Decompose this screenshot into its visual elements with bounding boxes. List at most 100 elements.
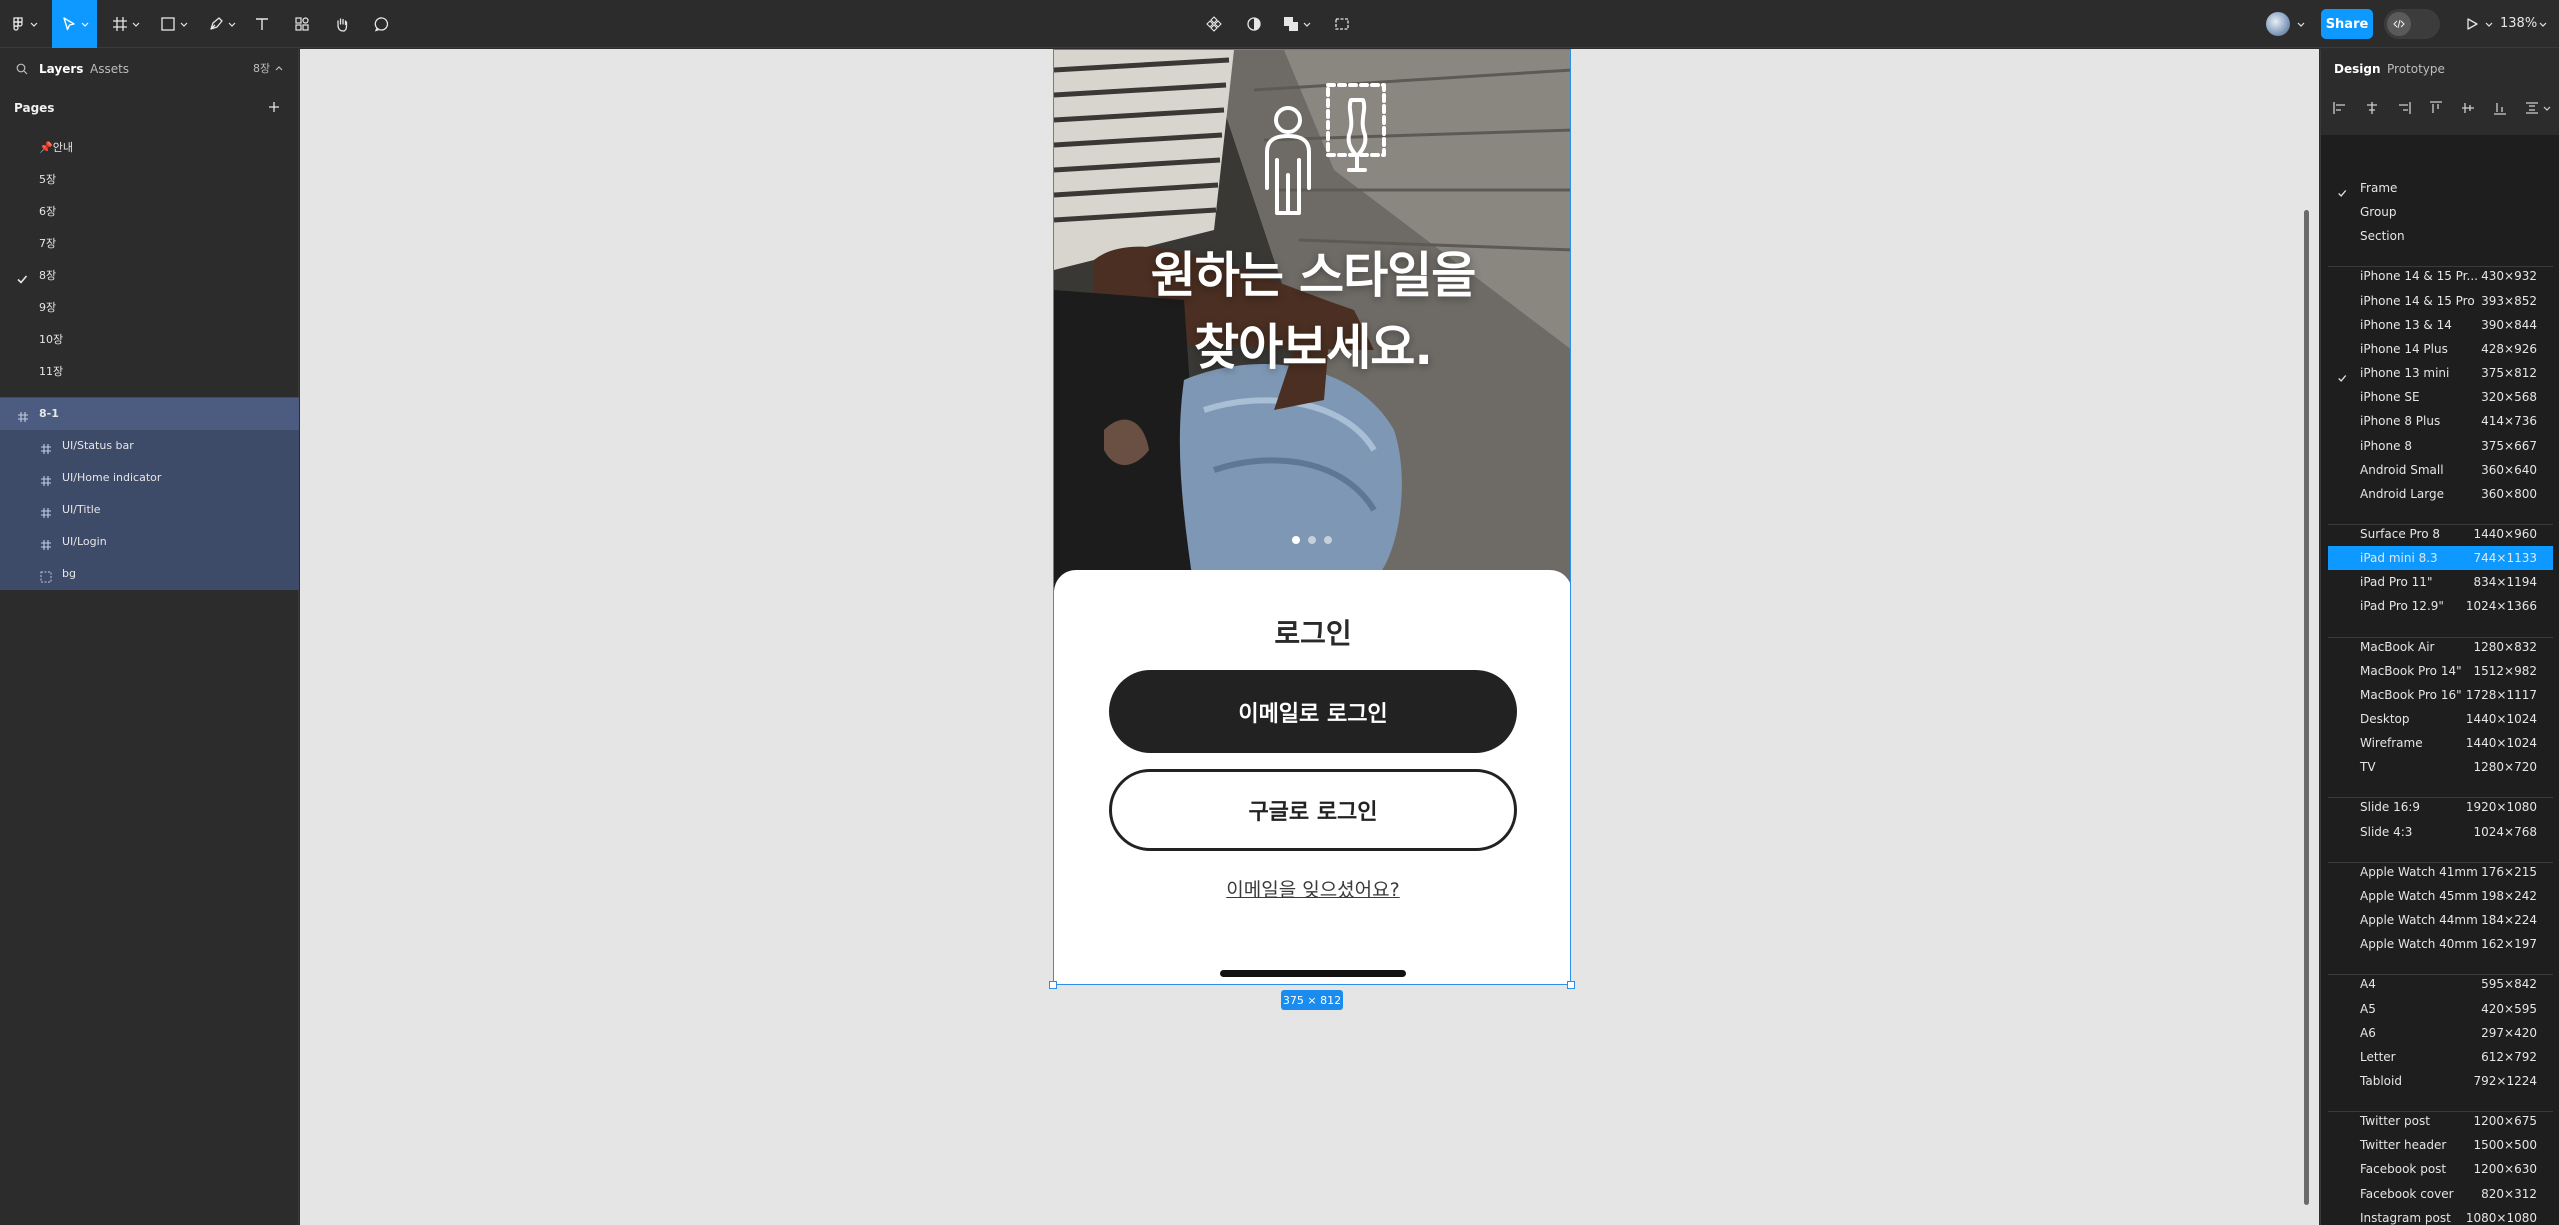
tab-layers[interactable]: Layers [39, 49, 83, 89]
frame-preset-option[interactable]: iPad mini 8.3 744×1133 [2328, 546, 2553, 571]
dev-mode-toggle[interactable] [2384, 9, 2440, 39]
align-left-icon[interactable] [2333, 101, 2347, 115]
page-item[interactable]: 8장 [0, 260, 299, 292]
layer-item[interactable]: UI/Title [0, 494, 299, 526]
frame-preset-option[interactable]: Apple Watch 45mm 198×242 [2328, 884, 2553, 908]
layer-item[interactable]: UI/Home indicator [0, 462, 299, 494]
forgot-email-link[interactable]: 이메일을 잊으셨어요? [1054, 875, 1570, 902]
mask-button[interactable] [1242, 0, 1266, 48]
frame-preset-option[interactable]: A5 420×595 [2328, 997, 2553, 1021]
chevron-down-icon[interactable] [2543, 104, 2551, 112]
frame-preset-option[interactable]: iPhone 14 Plus 428×926 [2328, 337, 2553, 361]
chevron-down-icon[interactable] [2539, 20, 2547, 28]
frame-preset-option[interactable]: Frame [2328, 176, 2553, 200]
user-avatar[interactable] [2266, 12, 2290, 36]
carousel-dot[interactable] [1324, 536, 1332, 544]
carousel-dot[interactable] [1308, 536, 1316, 544]
frame-preset-option[interactable]: iPhone 8 375×667 [2328, 434, 2553, 458]
frame-preset-option[interactable]: Slide 4:3 1024×768 [2328, 820, 2553, 844]
page-item[interactable]: 9장 [0, 292, 299, 324]
layer-item[interactable]: UI/Status bar [0, 430, 299, 462]
frame-preset-option[interactable]: Facebook post 1200×630 [2328, 1157, 2553, 1181]
carousel-dot[interactable] [1292, 536, 1300, 544]
resources-tool-button[interactable] [290, 0, 314, 48]
current-page-selector[interactable]: 8장 [253, 49, 270, 89]
frame-preset-option[interactable]: MacBook Pro 16" 1728×1117 [2328, 683, 2553, 707]
carousel-indicator[interactable] [1292, 536, 1332, 546]
frame-preset-option[interactable]: Apple Watch 41mm 176×215 [2328, 860, 2553, 884]
frame-preset-option[interactable]: A4 595×842 [2328, 972, 2553, 996]
frame-preset-option[interactable]: iPad Pro 11" 834×1194 [2328, 570, 2553, 594]
align-horizontal-center-icon[interactable] [2365, 101, 2379, 115]
layer-frame-root[interactable]: 8-1 [0, 398, 299, 430]
page-item[interactable]: 7장 [0, 228, 299, 260]
frame-preset-option[interactable]: Letter 612×792 [2328, 1045, 2553, 1069]
frame-preset-option[interactable]: Android Small 360×640 [2328, 458, 2553, 482]
frame-preset-option[interactable]: iPad Pro 12.9" 1024×1366 [2328, 594, 2553, 618]
phone-frame-8-1[interactable]: 원하는 스타일을 찾아보세요. 로그인 이메일로 로그인 구글로 로그인 이메일… [1053, 49, 1571, 985]
canvas-scrollbar[interactable] [2304, 210, 2309, 1205]
frame-preset-option[interactable]: TV 1280×720 [2328, 755, 2553, 779]
frame-preset-option[interactable]: Wireframe 1440×1024 [2328, 731, 2553, 755]
align-top-icon[interactable] [2429, 101, 2443, 115]
frame-tool-button[interactable] [108, 0, 144, 48]
frame-preset-option[interactable]: Apple Watch 40mm 162×197 [2328, 932, 2553, 956]
hand-tool-button[interactable] [330, 0, 354, 48]
tab-prototype[interactable]: Prototype [2387, 49, 2445, 89]
zoom-level[interactable]: 138% [2500, 0, 2537, 48]
frame-preset-option[interactable]: A6 297×420 [2328, 1021, 2553, 1045]
align-right-icon[interactable] [2397, 101, 2411, 115]
frame-preset-option[interactable]: Group [2328, 200, 2553, 224]
layer-item[interactable]: bg [0, 558, 299, 590]
page-item[interactable]: 6장 [0, 196, 299, 228]
email-login-button[interactable]: 이메일로 로그인 [1109, 670, 1517, 753]
tab-assets[interactable]: Assets [90, 49, 129, 89]
frame-preset-option[interactable]: Tabloid 792×1224 [2328, 1069, 2553, 1093]
add-page-icon[interactable] [266, 99, 282, 115]
google-login-button[interactable]: 구글로 로그인 [1109, 769, 1517, 851]
frame-preset-option[interactable]: Twitter post 1200×675 [2328, 1109, 2553, 1133]
frame-preset-option[interactable]: Instagram post 1080×1080 [2328, 1206, 2553, 1225]
boolean-groups-button[interactable] [1282, 0, 1312, 48]
move-tool-button[interactable] [52, 0, 97, 48]
frame-preset-option[interactable]: Android Large 360×800 [2328, 482, 2553, 506]
frame-preset-option[interactable]: Twitter header 1500×500 [2328, 1133, 2553, 1157]
frame-preset-option[interactable]: MacBook Air 1280×832 [2328, 635, 2553, 659]
create-component-button[interactable] [1202, 0, 1226, 48]
page-item[interactable]: 10장 [0, 324, 299, 356]
resize-handle-bottom-right[interactable] [1567, 981, 1575, 989]
frame-preset-option[interactable]: Slide 16:9 1920×1080 [2328, 795, 2553, 819]
distribute-icon[interactable] [2525, 101, 2539, 115]
page-item[interactable]: 11장 [0, 356, 299, 388]
frame-preset-option[interactable]: iPhone 14 & 15 Pro 393×852 [2328, 289, 2553, 313]
page-item[interactable]: 5장 [0, 164, 299, 196]
frame-preset-option[interactable]: iPhone 13 & 14 390×844 [2328, 313, 2553, 337]
chevron-up-icon[interactable] [275, 65, 283, 73]
frame-preset-option[interactable]: Surface Pro 8 1440×960 [2328, 522, 2553, 546]
align-bottom-icon[interactable] [2493, 101, 2507, 115]
resize-handle-bottom-left[interactable] [1049, 981, 1057, 989]
layer-item[interactable]: UI/Login [0, 526, 299, 558]
present-button[interactable] [2460, 0, 2484, 48]
frame-preset-option[interactable]: iPhone 8 Plus 414×736 [2328, 409, 2553, 433]
align-vertical-center-icon[interactable] [2461, 101, 2475, 115]
search-icon[interactable] [16, 63, 28, 75]
frame-preset-option[interactable]: iPhone SE 320×568 [2328, 385, 2553, 409]
tab-design[interactable]: Design [2334, 49, 2381, 89]
frame-preset-option[interactable]: iPhone 13 mini 375×812 [2328, 361, 2553, 385]
frame-preset-option[interactable]: iPhone 14 & 15 Pr... 430×932 [2328, 264, 2553, 288]
frame-preset-option[interactable]: Section [2328, 224, 2553, 248]
share-button[interactable]: Share [2321, 9, 2373, 39]
chevron-down-icon[interactable] [2485, 20, 2493, 28]
comment-tool-button[interactable] [370, 0, 394, 48]
main-menu-button[interactable] [8, 0, 42, 48]
shape-tool-button[interactable] [156, 0, 192, 48]
frame-preset-option[interactable]: MacBook Pro 14" 1512×982 [2328, 659, 2553, 683]
frame-preset-option[interactable]: Facebook cover 820×312 [2328, 1182, 2553, 1206]
text-tool-button[interactable] [250, 0, 274, 48]
frame-preset-option[interactable]: Desktop 1440×1024 [2328, 707, 2553, 731]
chevron-down-icon[interactable] [2297, 20, 2305, 28]
pen-tool-button[interactable] [204, 0, 240, 48]
crop-button[interactable] [1330, 0, 1354, 48]
frame-preset-option[interactable]: Apple Watch 44mm 184×224 [2328, 908, 2553, 932]
